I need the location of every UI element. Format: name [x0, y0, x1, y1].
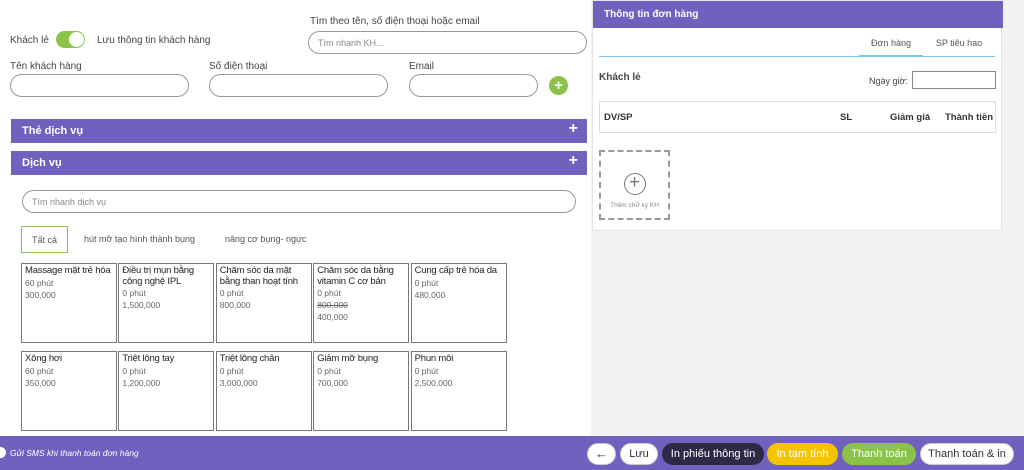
tab-all[interactable]: Tất cả [21, 226, 69, 253]
service-name: Phun môi [414, 353, 454, 364]
service-duration: 0 phút [122, 288, 147, 298]
order-customer-name: Khách lẻ [599, 72, 641, 83]
service-price: 2,500,000 [414, 377, 453, 388]
service-name: Điều trị mụn bằng công nghệ IPL [122, 265, 194, 287]
service-duration: 0 phút [317, 288, 341, 298]
service-old-price: 800,000 [317, 300, 348, 310]
sms-label: Gửi SMS khi thanh toán đơn hàng [10, 448, 139, 458]
pay-button[interactable]: Thanh toán [842, 443, 916, 465]
service-duration: 0 phút [219, 288, 244, 298]
col-item: DV/SP [604, 112, 633, 123]
back-button[interactable]: ← [587, 443, 616, 465]
service-card[interactable]: Cung cấp trẻ hóa da 0 phút 480,000 [410, 263, 507, 343]
sms-radio[interactable] [0, 447, 6, 458]
service-duration: 0 phút [122, 365, 147, 376]
service-card[interactable]: Triệt lông tay 0 phút 1,200,000 [118, 351, 215, 431]
phone-field[interactable] [209, 74, 388, 97]
customer-search-label: Tìm theo tên, số điện thoại hoặc email [310, 16, 480, 27]
customer-name-label: Tên khách hàng [10, 61, 82, 72]
col-qty: SL [840, 112, 853, 123]
service-search-input[interactable] [22, 190, 576, 213]
tab-divider [599, 56, 995, 57]
service-price: 3,000,000 [219, 377, 258, 388]
plus-icon: + [554, 77, 563, 94]
save-button[interactable]: Lưu [620, 443, 658, 465]
tab-consumables[interactable]: SP tiêu hao [927, 31, 991, 57]
tab-liposuction[interactable]: hút mỡ tạo hình thành bụng [84, 226, 195, 253]
service-duration: 60 phút [25, 365, 54, 376]
service-price: 1,500,000 [122, 300, 161, 310]
service-card[interactable]: Massage mặt trẻ hóa 60 phút 300,000 [21, 263, 117, 343]
order-table-header: DV/SP SL Giảm giá Thành tiền [599, 101, 996, 133]
service-price: 700,000 [317, 377, 348, 388]
service-duration: 0 phút [414, 277, 439, 288]
print-estimate-button[interactable]: In tạm tính [767, 443, 838, 465]
service-name: Massage mặt trẻ hóa [25, 265, 111, 276]
save-info-label: Lưu thông tin khách hàng [97, 35, 211, 46]
service-name: Triệt lông chân [219, 353, 280, 364]
col-total: Thành tiền [945, 112, 994, 123]
service-card[interactable]: Giảm mỡ bụng 0 phút 700,000 [313, 351, 410, 431]
left-panel: Khách lẻ Lưu thông tin khách hàng Tìm th… [0, 0, 591, 436]
col-discount: Giảm giá [890, 112, 931, 123]
plus-circle-icon: + [623, 173, 646, 195]
add-signature-button[interactable]: + Thêm chữ ký KH [599, 150, 670, 220]
order-panel: Thông tin đơn hàng Đơn hàng SP tiêu hao … [592, 0, 1003, 231]
service-name: Giảm mỡ bụng [317, 353, 379, 364]
signature-label: Thêm chữ ký KH [610, 202, 659, 209]
service-card-header[interactable]: Thẻ dịch vụ + [11, 119, 587, 143]
order-title: Thông tin đơn hàng [593, 1, 1003, 28]
email-label: Email [409, 61, 435, 72]
service-price: 350,000 [25, 377, 56, 388]
service-price: 400,000 [317, 312, 348, 322]
footer-bar: Gửi SMS khi thanh toán đơn hàng ← Lưu In… [0, 436, 1024, 470]
service-card[interactable]: Điều trị mụn bằng công nghệ IPL 0 phút 1,5… [118, 263, 215, 343]
service-card[interactable]: Chăm sóc da bằng vitamin C cơ bản 0 phút 8… [313, 263, 410, 343]
service-card-title: Thẻ dịch vụ [22, 125, 84, 137]
service-price: 480,000 [414, 289, 446, 300]
customer-search-input[interactable] [308, 31, 587, 54]
toggle-knob [69, 32, 84, 47]
service-duration: 0 phút [414, 365, 439, 376]
service-price: 300,000 [25, 289, 56, 300]
service-price: 800,000 [219, 300, 251, 310]
add-customer-button[interactable]: + [549, 76, 568, 95]
expand-plus-icon[interactable]: + [569, 152, 578, 170]
date-label: Ngày giờ: [869, 76, 908, 86]
service-name: Xông hơi [25, 353, 62, 364]
service-card[interactable]: Xông hơi 60 phút 350,000 [21, 351, 117, 431]
service-price: 1,200,000 [122, 377, 161, 388]
service-name: Triệt lông tay [122, 353, 175, 364]
walk-in-toggle[interactable] [56, 31, 85, 48]
expand-plus-icon[interactable]: + [569, 120, 578, 138]
tab-order[interactable]: Đơn hàng [859, 31, 923, 57]
service-duration: 0 phút [317, 365, 341, 376]
tab-body-lift[interactable]: nâng cơ bụng- ngực [225, 226, 306, 253]
walk-in-label: Khách lẻ [10, 35, 49, 46]
date-input[interactable] [912, 71, 996, 89]
service-name: Chăm sóc da mặt bằng than hoạt tính [219, 265, 298, 287]
service-card[interactable]: Chăm sóc da mặt bằng than hoạt tính 0 phú… [215, 263, 312, 343]
customer-name-field[interactable] [10, 74, 189, 97]
service-card[interactable]: Triệt lông chân 0 phút 3,000,000 [215, 351, 312, 431]
service-duration: 60 phút [25, 277, 54, 288]
arrow-left-icon: ← [595, 446, 608, 461]
service-card[interactable]: Phun môi 0 phút 2,500,000 [410, 351, 507, 431]
customer-section: Khách lẻ Lưu thông tin khách hàng Tìm th… [0, 0, 591, 105]
email-field[interactable] [409, 74, 538, 97]
service-duration: 0 phút [219, 365, 244, 376]
phone-label: Số điện thoại [209, 61, 268, 72]
service-name: Cung cấp trẻ hóa da [414, 265, 497, 276]
print-info-button[interactable]: In phiếu thông tin [662, 443, 764, 465]
service-name: Chăm sóc da bằng vitamin C cơ bản [317, 265, 394, 287]
pay-print-button[interactable]: Thanh toán & in [920, 443, 1014, 465]
service-header[interactable]: Dịch vụ + [11, 151, 587, 175]
service-title: Dịch vụ [22, 157, 62, 169]
service-body: Tất cả hút mỡ tạo hình thành bụng nâng c… [11, 176, 587, 436]
